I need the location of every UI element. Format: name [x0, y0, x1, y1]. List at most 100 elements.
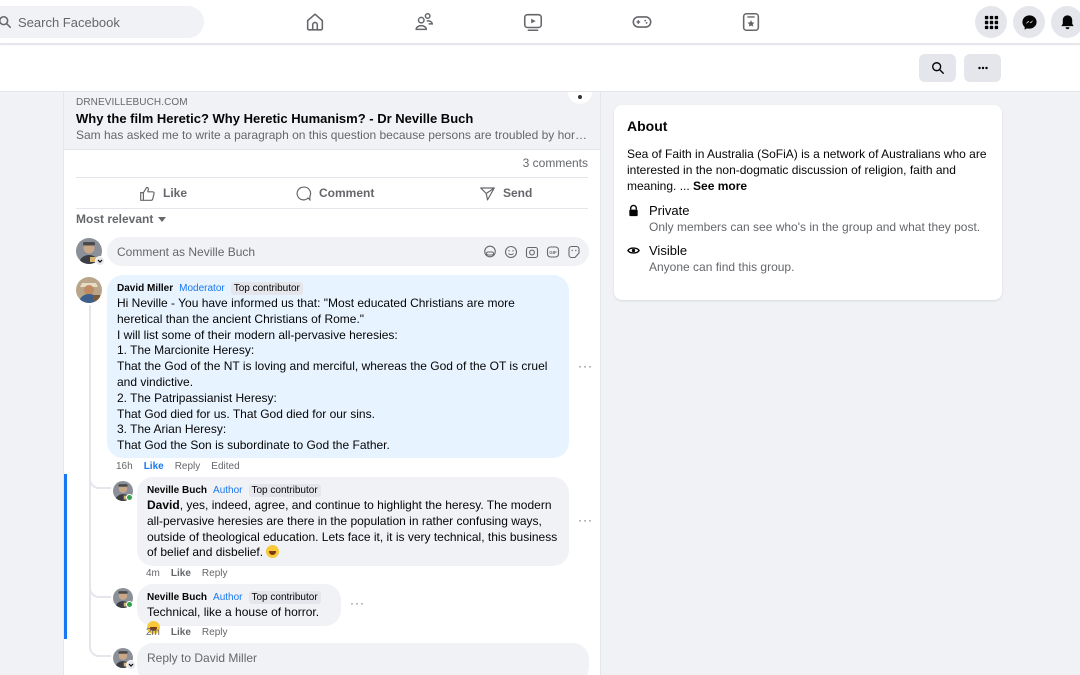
sort-comments-dropdown[interactable]: Most relevant [76, 212, 167, 226]
nav-video[interactable] [521, 10, 545, 34]
more-options-button[interactable] [964, 54, 1001, 82]
reply-time[interactable]: 2m [146, 627, 160, 638]
comment-line: 2. The Patripassianist Heresy: [117, 390, 277, 405]
svg-text:GIF: GIF [549, 250, 557, 255]
link-title[interactable]: Why the film Heretic? Why Heretic Humani… [76, 111, 588, 126]
online-status-dot [126, 494, 133, 501]
reply-bubble: Neville Buch Author Top contributor Tech… [137, 584, 341, 634]
gaming-icon [632, 16, 652, 28]
comment-edited-label[interactable]: Edited [211, 461, 239, 472]
gif-button[interactable]: GIF [545, 244, 560, 259]
messenger-icon [1021, 14, 1037, 30]
home-icon [306, 13, 324, 31]
reply-like-button[interactable]: Like [171, 568, 191, 579]
reply-reply-button[interactable]: Reply [202, 627, 228, 638]
sticker-button[interactable] [566, 244, 581, 259]
comment-like-button[interactable]: Like [144, 461, 164, 472]
visibility-title: Visible [649, 243, 688, 259]
send-button[interactable]: Send [479, 182, 532, 204]
avatar-sticker-icon [483, 245, 496, 257]
about-text: Sea of Faith in Australia (SoFiA) is a n… [627, 147, 987, 193]
menu-button[interactable] [975, 6, 1007, 38]
thread-connector [89, 467, 111, 489]
comment-input-box[interactable]: GIF [107, 237, 589, 266]
comment-line: I will list some of their modern all-per… [117, 327, 398, 342]
notifications-button[interactable] [1051, 6, 1080, 38]
comment-meta: 16h Like Reply Edited [116, 461, 240, 472]
profile-switch-chevron[interactable] [126, 660, 136, 670]
about-title: About [627, 118, 668, 134]
camera-button[interactable] [524, 244, 539, 259]
comment-button[interactable]: Comment [295, 182, 374, 204]
top-contributor-badge: Top contributor [248, 483, 321, 497]
reply-reply-button[interactable]: Reply [202, 568, 228, 579]
comment-input[interactable] [117, 244, 417, 259]
search-box[interactable] [0, 6, 204, 38]
neville-buch-avatar[interactable] [113, 481, 133, 501]
thread-connector [89, 637, 111, 657]
comment-label: Comment [319, 186, 375, 200]
author-badge: Author [213, 484, 243, 496]
comment-line: That the God of the NT is loving and mer… [117, 359, 548, 389]
post-panel: DRNEVILLEBUCH.COM Why the film Heretic? … [63, 92, 601, 675]
reply-input-box[interactable] [137, 643, 589, 675]
send-icon [480, 186, 495, 200]
reply-options-button[interactable]: ··· [350, 596, 365, 610]
more-options-icon [977, 66, 988, 70]
search-input[interactable] [18, 14, 188, 30]
search-icon [931, 62, 944, 74]
nav-feeds[interactable] [739, 10, 763, 34]
link-domain: DRNEVILLEBUCH.COM [76, 97, 188, 108]
search-icon [0, 15, 12, 29]
reply-time[interactable]: 4m [146, 568, 160, 579]
comment-text: Hi Neville - You have informed us that: … [117, 296, 559, 454]
divider [76, 208, 588, 209]
nav-home[interactable] [303, 10, 327, 34]
current-user-avatar[interactable] [76, 238, 105, 266]
comment-line: That God died for us. That God died for … [117, 406, 375, 421]
online-status-dot [126, 601, 133, 608]
notifications-bell-icon [1060, 14, 1074, 29]
chevron-down-icon [97, 259, 103, 263]
nav-gaming[interactable] [630, 10, 654, 34]
reply-author[interactable]: Neville Buch [147, 485, 207, 496]
neville-buch-avatar[interactable] [113, 588, 133, 608]
new-reply-indicator [64, 474, 67, 639]
reply-like-button[interactable]: Like [171, 627, 191, 638]
comment-bubble: David Miller Moderator Top contributor H… [107, 275, 569, 458]
current-user-avatar[interactable] [113, 648, 136, 670]
reply-input[interactable] [147, 651, 447, 665]
comment-time[interactable]: 16h [116, 461, 133, 472]
comment-author[interactable]: David Miller [117, 283, 173, 294]
group-subheader [0, 45, 1080, 92]
top-contributor-badge: Top contributor [230, 281, 303, 295]
emoji-button[interactable] [503, 244, 518, 259]
sort-label: Most relevant [76, 212, 154, 226]
reply-body: Technical, like a house of horror. [147, 605, 320, 619]
eye-icon [627, 247, 640, 255]
comment-options-button[interactable]: ··· [578, 359, 593, 373]
comment-bubble-icon [296, 186, 312, 201]
about-description: Sea of Faith in Australia (SoFiA) is a n… [627, 147, 989, 194]
group-search-button[interactable] [919, 54, 956, 82]
reply-options-button[interactable]: ··· [578, 513, 593, 527]
emoji-icon [504, 245, 517, 258]
see-more-link[interactable]: See more [693, 179, 747, 193]
reply-author[interactable]: Neville Buch [147, 592, 207, 603]
comment-count[interactable]: 3 comments [523, 156, 588, 170]
sticker-icon [567, 245, 580, 258]
comment-reply-button[interactable]: Reply [175, 461, 201, 472]
mention-link[interactable]: David [147, 498, 180, 512]
david-miller-avatar[interactable] [76, 277, 102, 303]
link-preview[interactable]: DRNEVILLEBUCH.COM Why the film Heretic? … [64, 92, 600, 150]
reply-body: , yes, indeed, agree, and continue to hi… [147, 498, 558, 560]
avatar-sticker-button[interactable] [482, 244, 497, 259]
comment-line: Hi Neville - You have informed us that: … [117, 296, 515, 326]
profile-switch-chevron[interactable] [95, 256, 105, 266]
privacy-title: Private [649, 203, 690, 219]
nav-friends[interactable] [412, 10, 436, 34]
messenger-button[interactable] [1013, 6, 1045, 38]
menu-grid-icon [984, 15, 998, 29]
like-button[interactable]: Like [139, 182, 187, 204]
privacy-subtitle: Only members can see who's in the group … [649, 220, 981, 235]
